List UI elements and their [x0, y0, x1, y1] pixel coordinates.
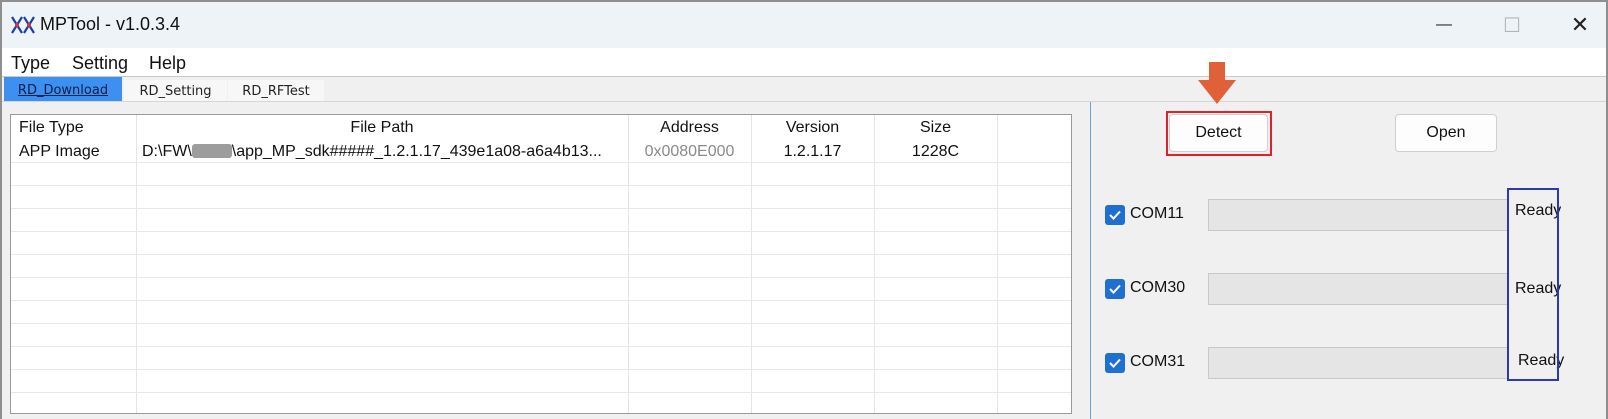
app-logo-icon: [11, 16, 35, 34]
row-divider: [11, 185, 1071, 186]
down-arrow-icon: [1198, 62, 1236, 104]
row-divider: [11, 277, 1071, 278]
menu-setting[interactable]: Setting: [72, 53, 128, 74]
file-table: File Type File Path Address Version Size…: [10, 114, 1072, 414]
com31-label: COM31: [1130, 353, 1186, 370]
cell-file-type: APP Image: [19, 143, 100, 160]
header-file-type[interactable]: File Type: [19, 119, 84, 137]
close-icon: ✕: [1570, 12, 1590, 37]
com30-progress-bar: [1208, 273, 1508, 305]
com11-checkbox[interactable]: [1105, 205, 1125, 225]
download-panel: File Type File Path Address Version Size…: [2, 62, 1606, 419]
cell-size: 1228C: [911, 143, 960, 160]
tab-rd-download[interactable]: RD_Download: [4, 77, 122, 103]
cell-address: 0x0080E000: [644, 143, 735, 160]
redacted-folder: [191, 144, 232, 158]
panel-divider: [1090, 102, 1091, 419]
minimize-icon: —: [1436, 16, 1452, 33]
com11-progress-bar: [1208, 199, 1508, 231]
minimize-button[interactable]: —: [1422, 10, 1466, 40]
com31-progress-bar: [1208, 347, 1508, 379]
file-path-suffix: \app_MP_sdk#####_1.2.1.17_439e1a08-a6a4b…: [231, 143, 602, 160]
menu-bar: Type Setting Help: [2, 48, 1606, 76]
close-button[interactable]: ✕: [1558, 10, 1602, 40]
tab-rd-rftest[interactable]: RD_RFTest: [228, 80, 324, 103]
header-version[interactable]: Version: [751, 119, 874, 137]
maximize-button[interactable]: ☐: [1490, 10, 1534, 40]
com30-label: COM30: [1130, 279, 1186, 296]
open-button[interactable]: Open: [1395, 114, 1497, 152]
window-title: MPTool - v1.0.3.4: [40, 14, 181, 34]
tab-strip: RD_Download RD_Setting RD_RFTest: [2, 76, 1606, 103]
checkmark-icon: [1109, 358, 1121, 368]
header-address[interactable]: Address: [628, 119, 751, 137]
com31-checkbox[interactable]: [1105, 353, 1125, 373]
row-divider: [11, 323, 1071, 324]
row-divider: [11, 392, 1071, 393]
status-highlight: [1507, 188, 1559, 381]
row-divider: [11, 300, 1071, 301]
com11-label: COM11: [1130, 205, 1184, 222]
app-window: MPTool - v1.0.3.4 — ☐ ✕ Type Setting Hel…: [0, 0, 1608, 419]
menu-type[interactable]: Type: [11, 53, 50, 74]
header-size[interactable]: Size: [874, 119, 997, 137]
header-file-path[interactable]: File Path: [136, 119, 628, 137]
row-divider: [11, 254, 1071, 255]
com30-checkbox[interactable]: [1105, 279, 1125, 299]
title-bar: MPTool - v1.0.3.4 — ☐ ✕: [2, 2, 1606, 48]
cell-file-path: D:\FW\ \app_MP_sdk#####_1.2.1.17_439e1a08…: [142, 143, 602, 161]
table-header: File Type File Path Address Version Size: [11, 115, 1071, 139]
row-divider: [11, 162, 1071, 163]
table-row[interactable]: APP Image D:\FW\ \app_MP_sdk#####_1.2.1.1…: [11, 141, 1071, 163]
menu-help[interactable]: Help: [149, 53, 186, 74]
row-divider: [11, 231, 1071, 232]
cell-version: 1.2.1.17: [783, 143, 842, 160]
row-divider: [11, 346, 1071, 347]
file-path-prefix: D:\FW\: [142, 143, 192, 160]
row-divider: [11, 208, 1071, 209]
checkmark-icon: [1109, 210, 1121, 220]
row-divider: [11, 369, 1071, 370]
tab-rd-setting[interactable]: RD_Setting: [124, 80, 227, 103]
checkmark-icon: [1109, 284, 1121, 294]
maximize-icon: ☐: [1503, 14, 1521, 37]
detect-highlight: [1166, 111, 1272, 156]
